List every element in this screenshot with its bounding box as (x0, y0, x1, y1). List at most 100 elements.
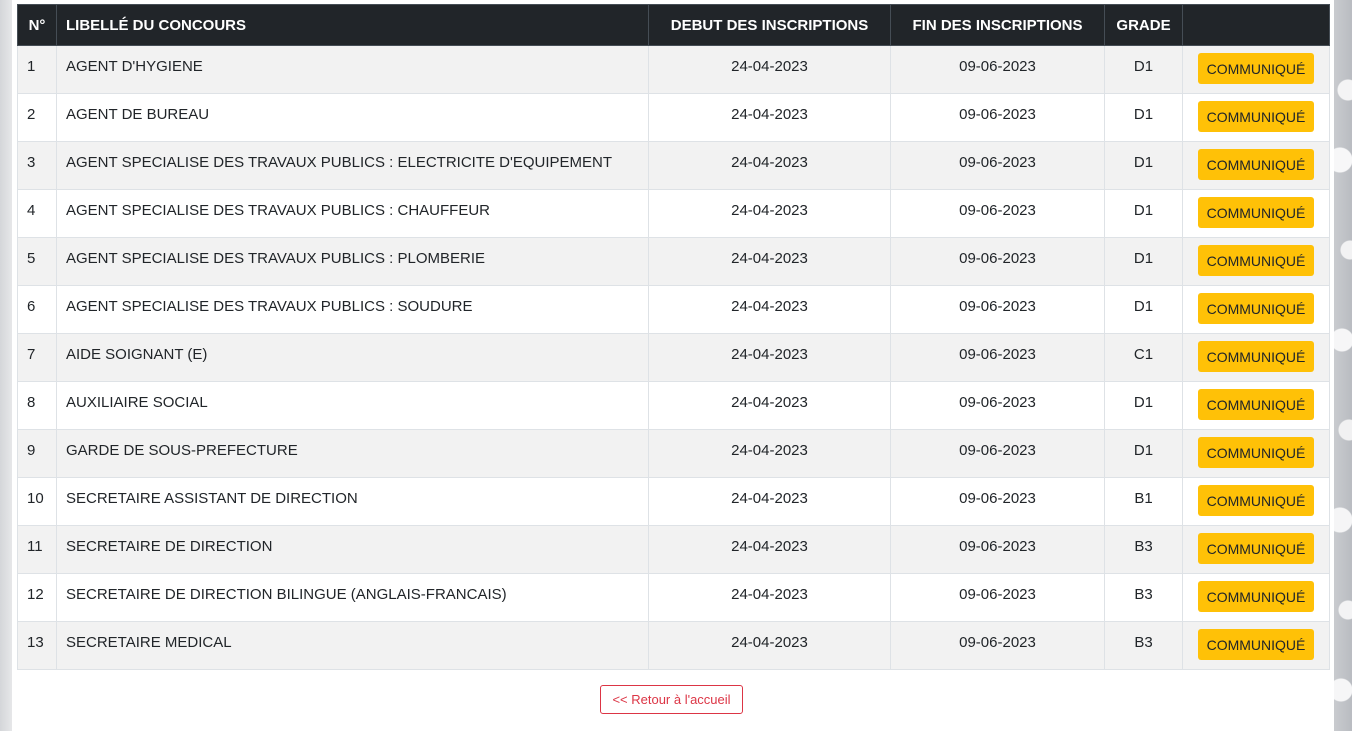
row-number: 2 (27, 106, 36, 123)
row-number: 9 (27, 442, 36, 459)
row-action-cell: COMMUNIQUÉ (1182, 477, 1330, 526)
row-end-date-cell: 09-06-2023 (890, 333, 1105, 382)
row-label-cell: SECRETAIRE ASSISTANT DE DIRECTION (56, 477, 649, 526)
row-start-date: 24-04-2023 (731, 58, 808, 75)
row-number-cell: 11 (17, 525, 57, 574)
row-start-date-cell: 24-04-2023 (648, 93, 891, 142)
communique-button[interactable]: COMMUNIQUÉ (1197, 533, 1315, 564)
row-label: AGENT D'HYGIENE (66, 58, 203, 75)
row-number-cell: 7 (17, 333, 57, 382)
communique-button[interactable]: COMMUNIQUÉ (1197, 245, 1315, 276)
row-end-date: 09-06-2023 (959, 346, 1036, 363)
row-number-cell: 2 (17, 93, 57, 142)
row-end-date-cell: 09-06-2023 (890, 189, 1105, 238)
page-background-left (0, 0, 12, 731)
communique-button[interactable]: COMMUNIQUÉ (1197, 581, 1315, 612)
row-end-date: 09-06-2023 (959, 106, 1036, 123)
row-action-cell: COMMUNIQUÉ (1182, 93, 1330, 142)
row-grade: B3 (1134, 586, 1153, 603)
row-label-cell: AGENT SPECIALISE DES TRAVAUX PUBLICS : C… (56, 189, 649, 238)
table-row: 13 SECRETAIRE MEDICAL 24-04-2023 09-06-2023… (17, 621, 1330, 670)
row-grade: D1 (1133, 250, 1154, 267)
row-label-cell: AGENT SPECIALISE DES TRAVAUX PUBLICS : P… (56, 237, 649, 286)
table-header-row: N° LIBELLÉ DU CONCOURS DEBUT DES INSCRIP… (17, 4, 1330, 46)
communique-button[interactable]: COMMUNIQUÉ (1197, 389, 1315, 420)
row-label: GARDE DE SOUS-PREFECTURE (66, 442, 298, 459)
row-label: AIDE SOIGNANT (E) (66, 346, 208, 363)
row-start-date: 24-04-2023 (731, 538, 808, 555)
row-end-date: 09-06-2023 (959, 634, 1036, 651)
row-number-cell: 5 (17, 237, 57, 286)
table-row: 7 AIDE SOIGNANT (E) 24-04-2023 09-06-2023 C1… (17, 333, 1330, 382)
row-start-date-cell: 24-04-2023 (648, 477, 891, 526)
row-grade: D1 (1133, 202, 1154, 219)
header-start-date: DEBUT DES INSCRIPTIONS (648, 4, 891, 46)
row-grade-cell: D1 (1104, 285, 1183, 334)
concours-table: N° LIBELLÉ DU CONCOURS DEBUT DES INSCRIP… (17, 4, 1330, 670)
row-action-cell: COMMUNIQUÉ (1182, 45, 1330, 94)
row-number: 4 (27, 202, 36, 219)
row-label-cell: AGENT DE BUREAU (56, 93, 649, 142)
header-action (1182, 4, 1330, 46)
row-grade: D1 (1133, 298, 1154, 315)
table-header: N° LIBELLÉ DU CONCOURS DEBUT DES INSCRIP… (17, 4, 1330, 46)
row-grade: B3 (1134, 538, 1153, 555)
communique-button[interactable]: COMMUNIQUÉ (1197, 293, 1315, 324)
row-start-date: 24-04-2023 (731, 394, 808, 411)
row-grade: C1 (1133, 346, 1154, 363)
communique-button[interactable]: COMMUNIQUÉ (1197, 197, 1315, 228)
row-label-cell: AGENT D'HYGIENE (56, 45, 649, 94)
communique-button[interactable]: COMMUNIQUÉ (1197, 629, 1315, 660)
row-end-date-cell: 09-06-2023 (890, 477, 1105, 526)
row-start-date: 24-04-2023 (731, 490, 808, 507)
row-grade: D1 (1133, 154, 1154, 171)
row-label: AGENT SPECIALISE DES TRAVAUX PUBLICS : C… (66, 202, 490, 219)
header-number: N° (17, 4, 57, 46)
row-number: 13 (27, 634, 44, 651)
row-grade-cell: D1 (1104, 237, 1183, 286)
row-label: SECRETAIRE MEDICAL (66, 634, 232, 651)
row-number: 5 (27, 250, 36, 267)
row-start-date: 24-04-2023 (731, 202, 808, 219)
row-grade-cell: D1 (1104, 429, 1183, 478)
communique-button[interactable]: COMMUNIQUÉ (1197, 101, 1315, 132)
row-start-date: 24-04-2023 (731, 346, 808, 363)
back-home-button[interactable]: << Retour à l'accueil (600, 685, 743, 714)
row-end-date-cell: 09-06-2023 (890, 285, 1105, 334)
row-label-cell: SECRETAIRE DE DIRECTION (56, 525, 649, 574)
row-grade-cell: D1 (1104, 189, 1183, 238)
row-end-date: 09-06-2023 (959, 202, 1036, 219)
row-end-date-cell: 09-06-2023 (890, 45, 1105, 94)
row-number: 6 (27, 298, 36, 315)
table-row: 12 SECRETAIRE DE DIRECTION BILINGUE (ANGL… (17, 573, 1330, 622)
row-end-date-cell: 09-06-2023 (890, 93, 1105, 142)
row-end-date: 09-06-2023 (959, 394, 1036, 411)
communique-button[interactable]: COMMUNIQUÉ (1197, 437, 1315, 468)
row-end-date: 09-06-2023 (959, 538, 1036, 555)
communique-button[interactable]: COMMUNIQUÉ (1197, 485, 1315, 516)
row-start-date-cell: 24-04-2023 (648, 141, 891, 190)
table-row: 4 AGENT SPECIALISE DES TRAVAUX PUBLICS : … (17, 189, 1330, 238)
row-start-date: 24-04-2023 (731, 250, 808, 267)
row-action-cell: COMMUNIQUÉ (1182, 381, 1330, 430)
table-row: 2 AGENT DE BUREAU 24-04-2023 09-06-2023 D1 CO… (17, 93, 1330, 142)
table-row: 8 AUXILIAIRE SOCIAL 24-04-2023 09-06-2023 D1… (17, 381, 1330, 430)
row-number-cell: 13 (17, 621, 57, 670)
content-card: N° LIBELLÉ DU CONCOURS DEBUT DES INSCRIP… (12, 0, 1334, 731)
communique-button[interactable]: COMMUNIQUÉ (1197, 53, 1315, 84)
row-grade: B3 (1134, 634, 1153, 651)
row-number: 11 (27, 538, 43, 555)
row-end-date: 09-06-2023 (959, 298, 1036, 315)
row-grade-cell: C1 (1104, 333, 1183, 382)
row-end-date-cell: 09-06-2023 (890, 429, 1105, 478)
row-number: 1 (27, 58, 36, 75)
communique-button[interactable]: COMMUNIQUÉ (1197, 149, 1315, 180)
page-background-right (1334, 0, 1352, 731)
row-grade-cell: D1 (1104, 45, 1183, 94)
row-start-date-cell: 24-04-2023 (648, 525, 891, 574)
row-start-date: 24-04-2023 (731, 298, 808, 315)
communique-button[interactable]: COMMUNIQUÉ (1197, 341, 1315, 372)
row-start-date-cell: 24-04-2023 (648, 381, 891, 430)
table-row: 10 SECRETAIRE ASSISTANT DE DIRECTION 24-04… (17, 477, 1330, 526)
row-grade: B1 (1134, 490, 1153, 507)
